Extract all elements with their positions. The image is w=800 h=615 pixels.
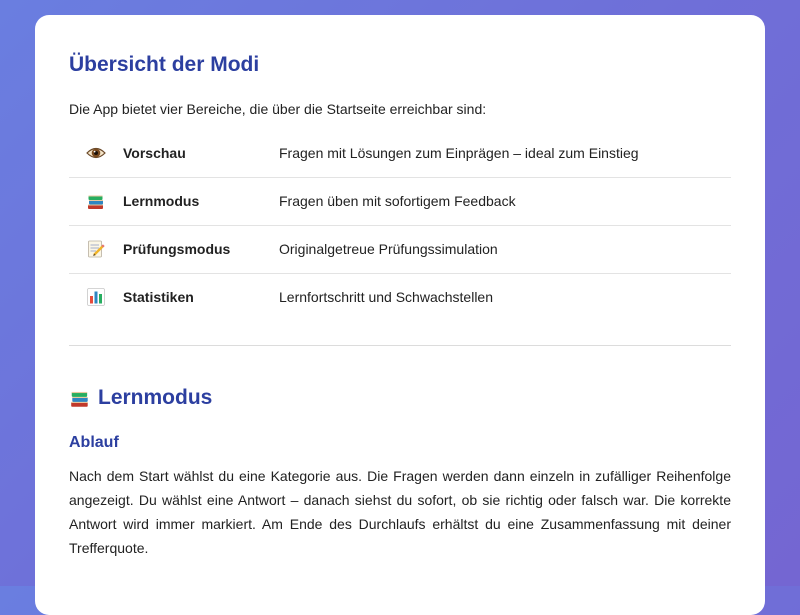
- lernmodus-title: Lernmodus: [69, 384, 731, 412]
- overview-intro: Die App bietet vier Bereiche, die über d…: [69, 101, 487, 117]
- mode-description: Fragen mit Lösungen zum Einprägen – idea…: [279, 144, 639, 161]
- mode-description: Fragen üben mit sofortigem Feedback: [279, 193, 516, 209]
- mode-name: Prüfungsmodus: [123, 241, 231, 257]
- books-icon: [71, 391, 88, 407]
- mode-name: Statistiken: [123, 289, 194, 306]
- modes-table: Vorschau Fragen mit Lösungen zum Einpräg…: [69, 129, 731, 321]
- overview-title: Übersicht der Modi: [69, 53, 260, 76]
- section-divider: [69, 345, 731, 346]
- table-row: Lernmodus Fragen üben mit sofortigem Fee…: [69, 177, 731, 225]
- bar-chart-icon: [87, 288, 105, 307]
- table-row: Statistiken Lernfortschritt und Schwachs…: [69, 273, 731, 321]
- mode-name: Vorschau: [123, 144, 186, 161]
- books-icon: [88, 195, 103, 209]
- memo-icon: [88, 240, 105, 258]
- content-card: Übersicht der Modi Die App bietet vier B…: [35, 15, 765, 615]
- table-row: Vorschau Fragen mit Lösungen zum Einpräg…: [69, 129, 731, 177]
- mode-description: Originalgetreue Prüfungssimulation: [279, 241, 498, 257]
- table-row: Prüfungsmodus Originalgetreue Prüfungssi…: [69, 225, 731, 273]
- lernmodus-title-text: Lernmodus: [98, 386, 213, 409]
- eye-icon: [86, 147, 106, 158]
- ablauf-text: Nach dem Start wählst du eine Kategorie …: [69, 468, 731, 556]
- mode-description: Lernfortschritt und Schwachstellen: [279, 289, 493, 306]
- ablauf-subtitle: Ablauf: [69, 434, 119, 451]
- mode-name: Lernmodus: [123, 193, 200, 209]
